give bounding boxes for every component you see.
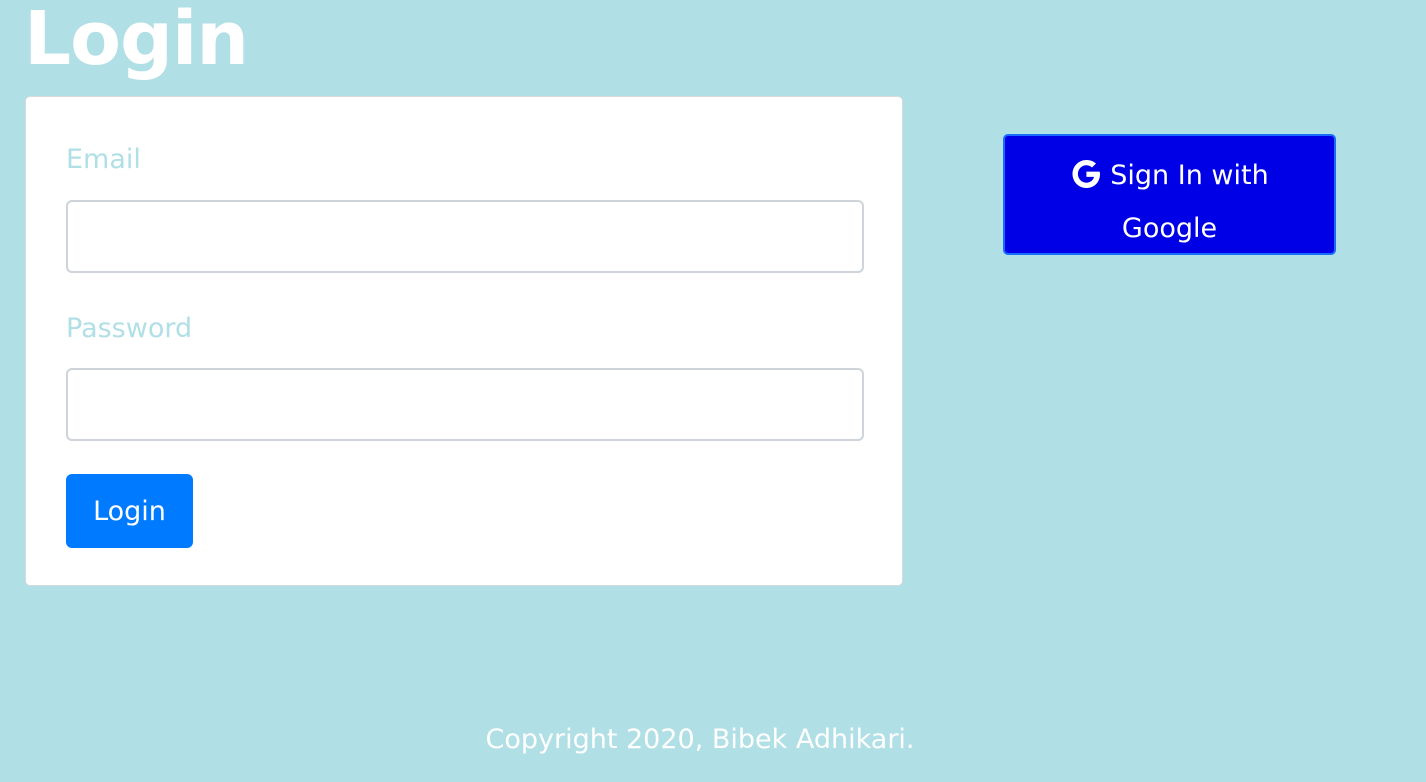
page-title: Login	[24, 0, 249, 82]
login-page: Login Email Password Login Sign In with …	[0, 0, 1426, 782]
google-g-icon	[1070, 158, 1102, 205]
footer-copyright: Copyright 2020, Bibek Adhikari.	[485, 724, 915, 755]
login-button[interactable]: Login	[66, 474, 193, 548]
email-label: Email	[66, 144, 141, 175]
google-signin-label: Sign In with Google	[1110, 159, 1269, 244]
login-card: Email Password Login	[25, 96, 903, 586]
password-label: Password	[66, 313, 193, 344]
google-signin-button[interactable]: Sign In with Google	[1003, 134, 1336, 255]
email-field[interactable]	[66, 200, 864, 273]
password-field[interactable]	[66, 368, 864, 441]
